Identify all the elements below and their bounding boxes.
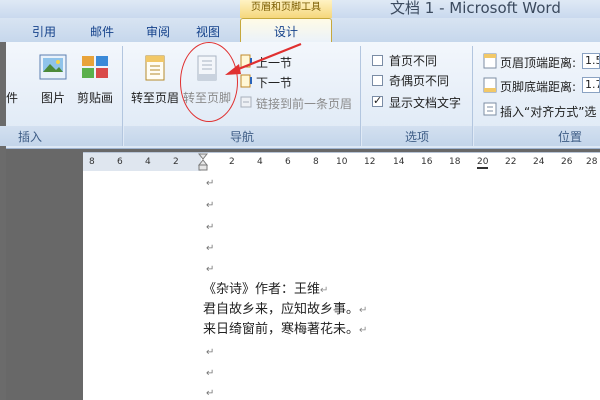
- tab-view[interactable]: 视图: [188, 22, 228, 42]
- document-line[interactable]: 《杂诗》作者：王维↵: [203, 281, 328, 300]
- context-tools-title: 页眉和页脚工具: [240, 0, 332, 18]
- nav-group-label: 导航: [229, 130, 254, 144]
- ruler-tick: 16: [421, 157, 433, 167]
- clipart-button[interactable]: 剪贴画: [77, 89, 113, 106]
- header-from-top-label: 页眉顶端距离:: [500, 56, 577, 70]
- insert-align-tab-button[interactable]: 插入“对齐方式”选: [500, 103, 596, 120]
- footer-from-bottom-input[interactable]: 1.7: [582, 77, 600, 93]
- paragraph-mark: ↵: [206, 178, 215, 189]
- link-previous-icon: [240, 95, 254, 109]
- footer-from-bottom-label: 页脚底端距离:: [500, 80, 577, 94]
- separator: [472, 46, 473, 146]
- ruler-tick: 8: [89, 157, 95, 167]
- link-previous-button[interactable]: 链接到前一条页眉: [256, 95, 352, 112]
- annotation-arrow: [225, 42, 302, 75]
- different-odd-even-label: 奇偶页不同: [389, 74, 450, 88]
- ruler-tick: 2: [173, 157, 179, 167]
- paragraph-mark: ↵: [206, 264, 215, 275]
- separator: [360, 46, 361, 146]
- ruler-tick: 24: [533, 157, 545, 167]
- paragraph-mark: ↵: [206, 388, 215, 399]
- header-from-top-input[interactable]: 1.5: [582, 53, 600, 69]
- ruler-tick: 14: [393, 157, 405, 167]
- picture-icon: [39, 54, 67, 80]
- ruler-tick: 20: [477, 157, 489, 169]
- different-first-label: 首页不同: [389, 54, 438, 68]
- ruler-tick: 4: [145, 157, 151, 167]
- paragraph-mark: ↵: [206, 368, 215, 379]
- footer-bottom-icon: [482, 77, 498, 93]
- position-group-label: 位置: [557, 130, 582, 144]
- align-tab-icon: [482, 102, 498, 116]
- picture-button[interactable]: 图片: [41, 89, 65, 106]
- document-line[interactable]: 君自故乡来，应知故乡事。↵: [203, 301, 367, 320]
- indent-marker-icon[interactable]: [197, 153, 209, 171]
- different-odd-even-checkbox[interactable]: [372, 75, 383, 86]
- paragraph-mark: ↵: [206, 347, 215, 358]
- options-group-label: 选项: [404, 130, 429, 144]
- paragraph-mark: ↵: [206, 200, 215, 211]
- goto-header-icon: [143, 54, 167, 82]
- ruler-tick: 6: [285, 157, 291, 167]
- show-doc-text-label: 显示文档文字: [389, 96, 462, 110]
- tab-review[interactable]: 审阅: [138, 22, 178, 42]
- ruler-tick: 2: [229, 157, 235, 167]
- document-line[interactable]: 来日绮窗前，寒梅著花未。↵: [203, 321, 367, 340]
- ruler-tick: 8: [313, 157, 319, 167]
- part-button-label[interactable]: 件: [6, 89, 18, 106]
- ruler-margin: [83, 153, 201, 171]
- tab-mailings[interactable]: 邮件: [82, 22, 122, 42]
- goto-header-button[interactable]: 转至页眉: [131, 89, 179, 106]
- clipart-icon: [80, 54, 110, 80]
- header-top-icon: [482, 53, 498, 69]
- paragraph-mark: ↵: [206, 222, 215, 233]
- paragraph-mark: ↵: [206, 243, 215, 254]
- ruler-tick: 26: [561, 157, 573, 167]
- ruler-tick: 4: [257, 157, 263, 167]
- document-page[interactable]: [83, 173, 600, 400]
- window-title: 文档 1 - Microsoft Word: [390, 0, 561, 17]
- tab-references[interactable]: 引用: [24, 22, 64, 42]
- insert-group-label: 插入: [17, 130, 42, 144]
- different-first-checkbox[interactable]: [372, 55, 383, 66]
- show-doc-text-checkbox[interactable]: [372, 94, 383, 107]
- ruler-tick: 28: [586, 157, 598, 167]
- ruler-tick: 18: [449, 157, 461, 167]
- ruler-tick: 12: [364, 157, 376, 167]
- separator: [122, 46, 123, 146]
- ruler-tick: 6: [117, 157, 123, 167]
- ruler-tick: 10: [336, 157, 348, 167]
- ruler-tick: 22: [505, 157, 517, 167]
